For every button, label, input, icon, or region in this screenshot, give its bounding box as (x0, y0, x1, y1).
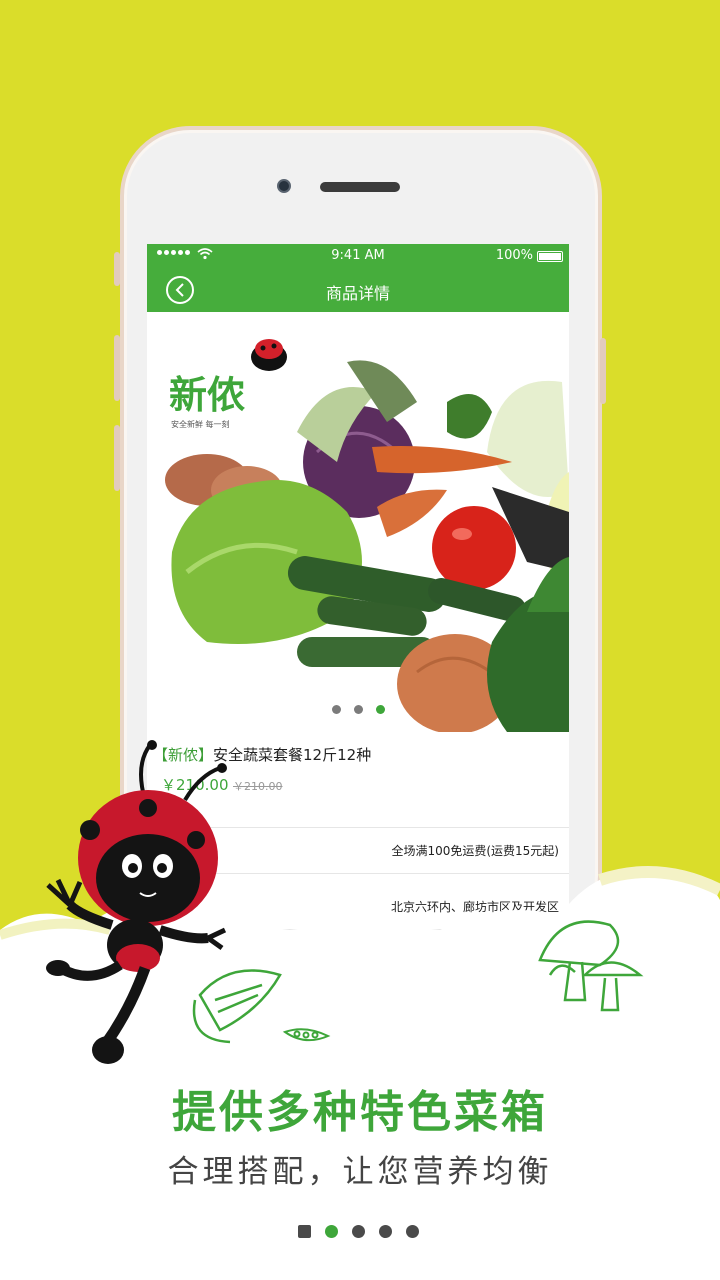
guide-page-indicator (298, 1225, 419, 1238)
guide-dot[interactable] (406, 1225, 419, 1238)
guide-dot-active[interactable] (325, 1225, 338, 1238)
guide-dot[interactable] (298, 1225, 311, 1238)
guide-dot[interactable] (379, 1225, 392, 1238)
guide-dot[interactable] (352, 1225, 365, 1238)
headline: 提供多种特色菜箱 (172, 1087, 548, 1138)
subheadline: 合理搭配，让您营养均衡 (167, 1154, 553, 1190)
